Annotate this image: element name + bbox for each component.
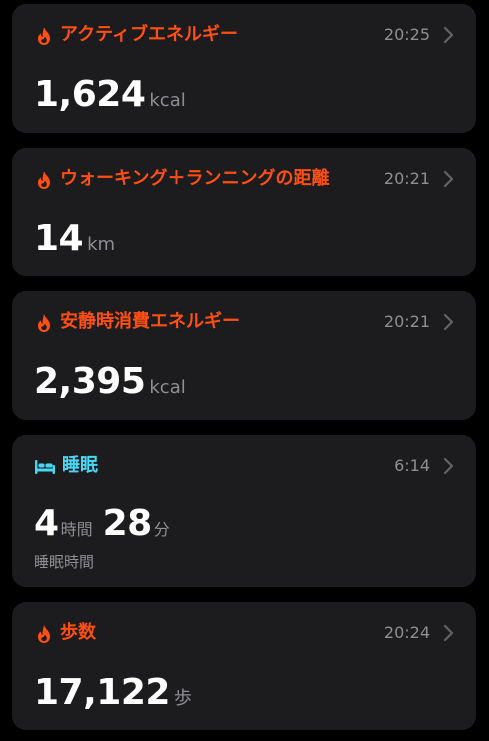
metric-unit: 歩 bbox=[173, 688, 192, 709]
metric-value-row: 17,122 歩 bbox=[34, 672, 192, 713]
card-title: 睡眠 bbox=[62, 455, 98, 476]
card-title: 安静時消費エネルギー bbox=[60, 311, 240, 332]
flame-icon bbox=[36, 313, 52, 335]
metric-value: 1,624 bbox=[34, 74, 146, 115]
card-header: 安静時消費エネルギー 20:21 bbox=[12, 291, 476, 351]
card-timestamp: 20:25 bbox=[383, 25, 430, 44]
sleep-hours-unit: 時間 bbox=[60, 520, 93, 539]
metric-value-row: 14 km bbox=[34, 218, 115, 259]
card-timestamp: 20:24 bbox=[383, 623, 430, 642]
metric-value: 2,395 bbox=[34, 361, 146, 402]
card-timestamp: 20:21 bbox=[383, 312, 430, 331]
sleep-hours-value: 4 bbox=[34, 503, 59, 544]
chevron-right-icon bbox=[442, 624, 454, 642]
metric-value: 17,122 bbox=[34, 672, 170, 713]
chevron-right-icon bbox=[442, 457, 454, 475]
chevron-right-icon bbox=[442, 170, 454, 188]
sleep-caption: 睡眠時間 bbox=[34, 553, 95, 571]
metric-unit: kcal bbox=[149, 377, 186, 398]
active-energy-card[interactable]: アクティブエネルギー 20:25 1,624 kcal bbox=[12, 4, 476, 133]
card-header: アクティブエネルギー 20:25 bbox=[12, 4, 476, 64]
card-header: 睡眠 6:14 bbox=[12, 435, 476, 495]
sleep-minutes-unit: 分 bbox=[153, 520, 170, 539]
metric-value: 14 bbox=[34, 218, 84, 259]
sleep-card[interactable]: 睡眠 6:14 4 時間 28 分 睡眠時間 bbox=[12, 435, 476, 587]
walking-running-distance-card[interactable]: ウォーキング＋ランニングの距離 20:21 14 km bbox=[12, 148, 476, 276]
card-timestamp: 20:21 bbox=[383, 169, 430, 188]
resting-energy-card[interactable]: 安静時消費エネルギー 20:21 2,395 kcal bbox=[12, 291, 476, 420]
steps-card[interactable]: 歩数 20:24 17,122 歩 bbox=[12, 602, 476, 730]
metric-unit: kcal bbox=[149, 90, 186, 111]
card-header: 歩数 20:24 bbox=[12, 602, 476, 662]
sleep-duration-row: 4 時間 28 分 bbox=[34, 503, 180, 544]
card-title: 歩数 bbox=[60, 622, 96, 643]
card-header: ウォーキング＋ランニングの距離 20:21 bbox=[12, 148, 476, 208]
metric-value-row: 1,624 kcal bbox=[34, 74, 186, 115]
metric-unit: km bbox=[87, 234, 116, 255]
card-timestamp: 6:14 bbox=[394, 456, 430, 475]
chevron-right-icon bbox=[442, 313, 454, 331]
chevron-right-icon bbox=[442, 26, 454, 44]
card-title: アクティブエネルギー bbox=[60, 24, 239, 45]
card-title: ウォーキング＋ランニングの距離 bbox=[60, 168, 330, 189]
flame-icon bbox=[36, 26, 52, 48]
metric-value-row: 2,395 kcal bbox=[34, 361, 186, 402]
flame-icon bbox=[36, 170, 52, 192]
flame-icon bbox=[36, 624, 52, 646]
sleep-minutes-value: 28 bbox=[102, 503, 153, 544]
bed-icon bbox=[34, 459, 58, 481]
